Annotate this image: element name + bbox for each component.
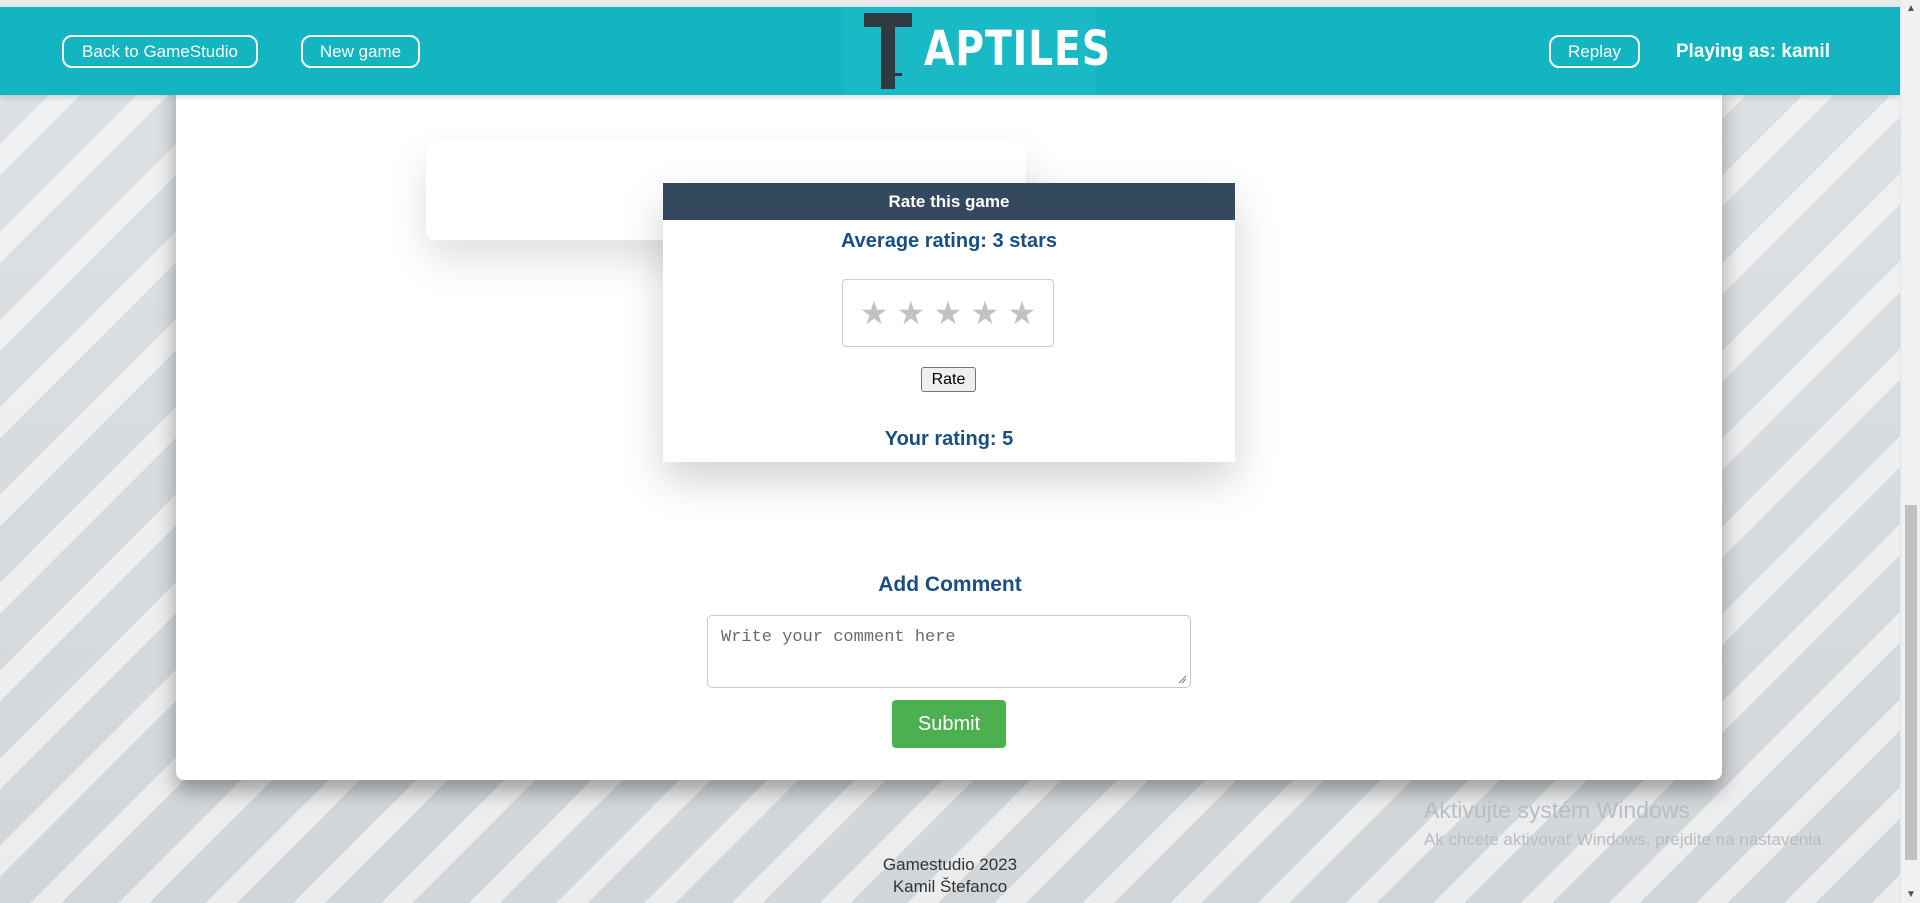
add-comment-heading: Add Comment	[878, 573, 1022, 596]
scroll-down-arrow-icon[interactable]: ▼	[1901, 889, 1920, 900]
logo-t-icon	[864, 13, 912, 89]
rating-panel: Rate this game Average rating: 3 stars ★…	[663, 183, 1235, 462]
star-5-icon[interactable]: ★	[1007, 297, 1038, 329]
comment-textarea[interactable]: Write your comment here	[707, 615, 1191, 688]
browser-top-strip	[0, 0, 1900, 7]
star-1-icon[interactable]: ★	[859, 297, 890, 329]
your-rating-text: Your rating: 5	[884, 428, 1014, 450]
comment-placeholder: Write your comment here	[721, 628, 956, 647]
star-4-icon[interactable]: ★	[970, 297, 1001, 329]
rating-panel-header: Rate this game	[663, 183, 1235, 220]
taptiles-logo[interactable]: APTILES	[844, 7, 1110, 95]
vertical-scrollbar[interactable]: ▲ ▼	[1900, 0, 1920, 903]
footer-line-1: Gamestudio 2023	[882, 855, 1018, 874]
star-3-icon[interactable]: ★	[933, 297, 964, 329]
top-navbar: Back to GameStudio New game APTILES Repl…	[0, 7, 1900, 95]
average-rating-text: Average rating: 3 stars	[840, 230, 1057, 252]
replay-button[interactable]: Replay	[1549, 35, 1640, 68]
footer-line-2: Kamil Štefanco	[892, 877, 1008, 896]
windows-activation-subtitle: Ak chcete aktivovať Windows, prejdite na…	[1424, 830, 1827, 849]
playing-as-label: Playing as: kamil	[1675, 41, 1830, 62]
page-footer: Gamestudio 2023 Kamil Štefanco	[0, 854, 1900, 898]
rate-button[interactable]: Rate	[921, 367, 976, 392]
resize-handle-icon[interactable]	[1178, 675, 1187, 684]
back-to-gamestudio-button[interactable]: Back to GameStudio	[62, 35, 258, 68]
logo-text: APTILES	[924, 21, 1111, 77]
scroll-up-arrow-icon[interactable]: ▲	[1901, 3, 1920, 14]
submit-comment-button[interactable]: Submit	[892, 700, 1006, 748]
star-2-icon[interactable]: ★	[896, 297, 927, 329]
new-game-button[interactable]: New game	[301, 35, 420, 68]
scrollbar-thumb[interactable]	[1905, 505, 1917, 860]
star-rating-input: ★ ★ ★ ★ ★	[842, 279, 1054, 347]
windows-activation-title: Aktivujte systém Windows	[1424, 797, 1690, 823]
